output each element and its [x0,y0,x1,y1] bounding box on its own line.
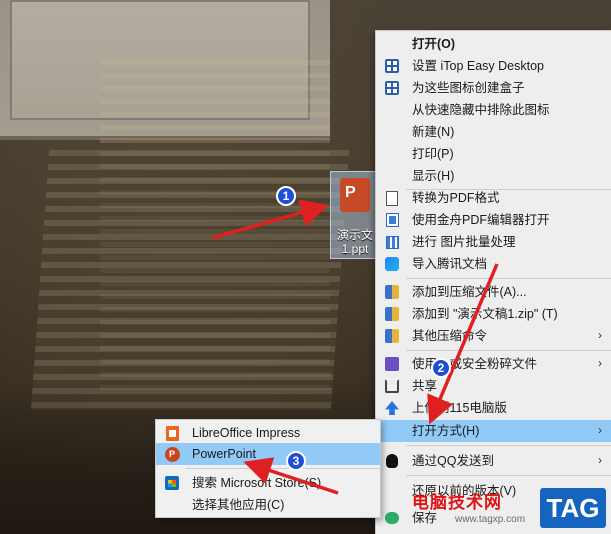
menu-item-other-archive[interactable]: 其他压缩命令 › [376,325,611,347]
chevron-right-icon: › [598,328,602,342]
itop-tile-icon [384,80,400,96]
menu-item-share[interactable]: 共享 [376,375,611,397]
tencent-docs-icon [384,256,400,272]
context-menu: 打开(O) 设置 iTop Easy Desktop 为这些图标创建盒子 从快速… [375,30,611,534]
menu-item-open-with[interactable]: 打开方式(H) › [376,420,611,442]
menu-item-add-zip[interactable]: 添加到 "演示文稿1.zip" (T) [376,303,611,325]
pdf-editor-icon [384,212,400,228]
archive-icon [384,328,400,344]
submenu-item-powerpoint[interactable]: P PowerPoint [156,443,380,465]
chevron-right-icon: › [598,453,602,467]
document-icon [384,190,400,206]
menu-item-send-qq[interactable]: 通过QQ发送到 › [376,450,611,472]
menu-separator [406,278,611,279]
menu-item-new[interactable]: 新建(N) [376,121,611,143]
shredder-icon [384,356,400,372]
powerpoint-icon: P [164,446,180,462]
qq-icon [384,453,400,469]
menu-separator [406,350,611,351]
menu-item-open-pdf-editor[interactable]: 使用金舟PDF编辑器打开 [376,209,611,231]
submenu-item-choose-other-app[interactable]: 选择其他应用(C) [156,494,380,516]
share-icon [384,378,400,394]
step-badge-3: 3 [286,451,306,471]
watermark-tag-logo: TAG [540,488,606,528]
submenu-item-libreoffice-impress[interactable]: LibreOffice Impress [156,422,380,444]
menu-item-open[interactable]: 打开(O) [376,33,611,55]
menu-item-tencent-docs[interactable]: 导入腾讯文档 [376,253,611,275]
menu-item-shred-file[interactable]: 使用…或安全粉碎文件 › [376,353,611,375]
menu-item-print[interactable]: 打印(P) [376,143,611,165]
wallpaper-blinds [30,150,350,410]
chevron-right-icon: › [598,423,602,437]
wechat-icon [384,510,400,526]
menu-item-exclude-quick-hide[interactable]: 从快速隐藏中排除此图标 [376,99,611,121]
menu-item-upload-115[interactable]: 上传到115电脑版 [376,397,611,419]
microsoft-store-icon [164,475,180,491]
itop-tile-icon [384,58,400,74]
archive-icon [384,306,400,322]
chevron-right-icon: › [598,356,602,370]
archive-icon [384,284,400,300]
menu-separator [186,468,380,469]
menu-separator [406,475,611,476]
menu-item-itop-settings[interactable]: 设置 iTop Easy Desktop [376,55,611,77]
menu-separator [406,445,611,446]
image-batch-icon [384,234,400,250]
open-with-submenu: LibreOffice Impress P PowerPoint 搜索 Micr… [155,419,381,518]
menu-item-convert-pdf[interactable]: 转换为PDF格式 [376,187,611,209]
menu-item-create-box[interactable]: 为这些图标创建盒子 [376,77,611,99]
upload-icon [384,400,400,416]
powerpoint-file-icon: P [340,178,370,212]
submenu-item-microsoft-store[interactable]: 搜索 Microsoft Store(S) [156,472,380,494]
watermark-site-name: 电脑技术网 [412,493,502,512]
file-name-label: 演示文 1.ppt [336,228,373,256]
step-badge-1: 1 [276,186,296,206]
pptx-file-desktop-icon[interactable]: P 演示文 1.ppt [330,171,378,259]
watermark-url: www.tagxp.com [455,514,526,525]
menu-item-add-archive[interactable]: 添加到压缩文件(A)... [376,281,611,303]
libreoffice-impress-icon [164,425,180,441]
menu-item-image-batch[interactable]: 进行 图片批量处理 [376,231,611,253]
step-badge-2: 2 [431,358,451,378]
menu-item-show[interactable]: 显示(H) [376,165,611,187]
